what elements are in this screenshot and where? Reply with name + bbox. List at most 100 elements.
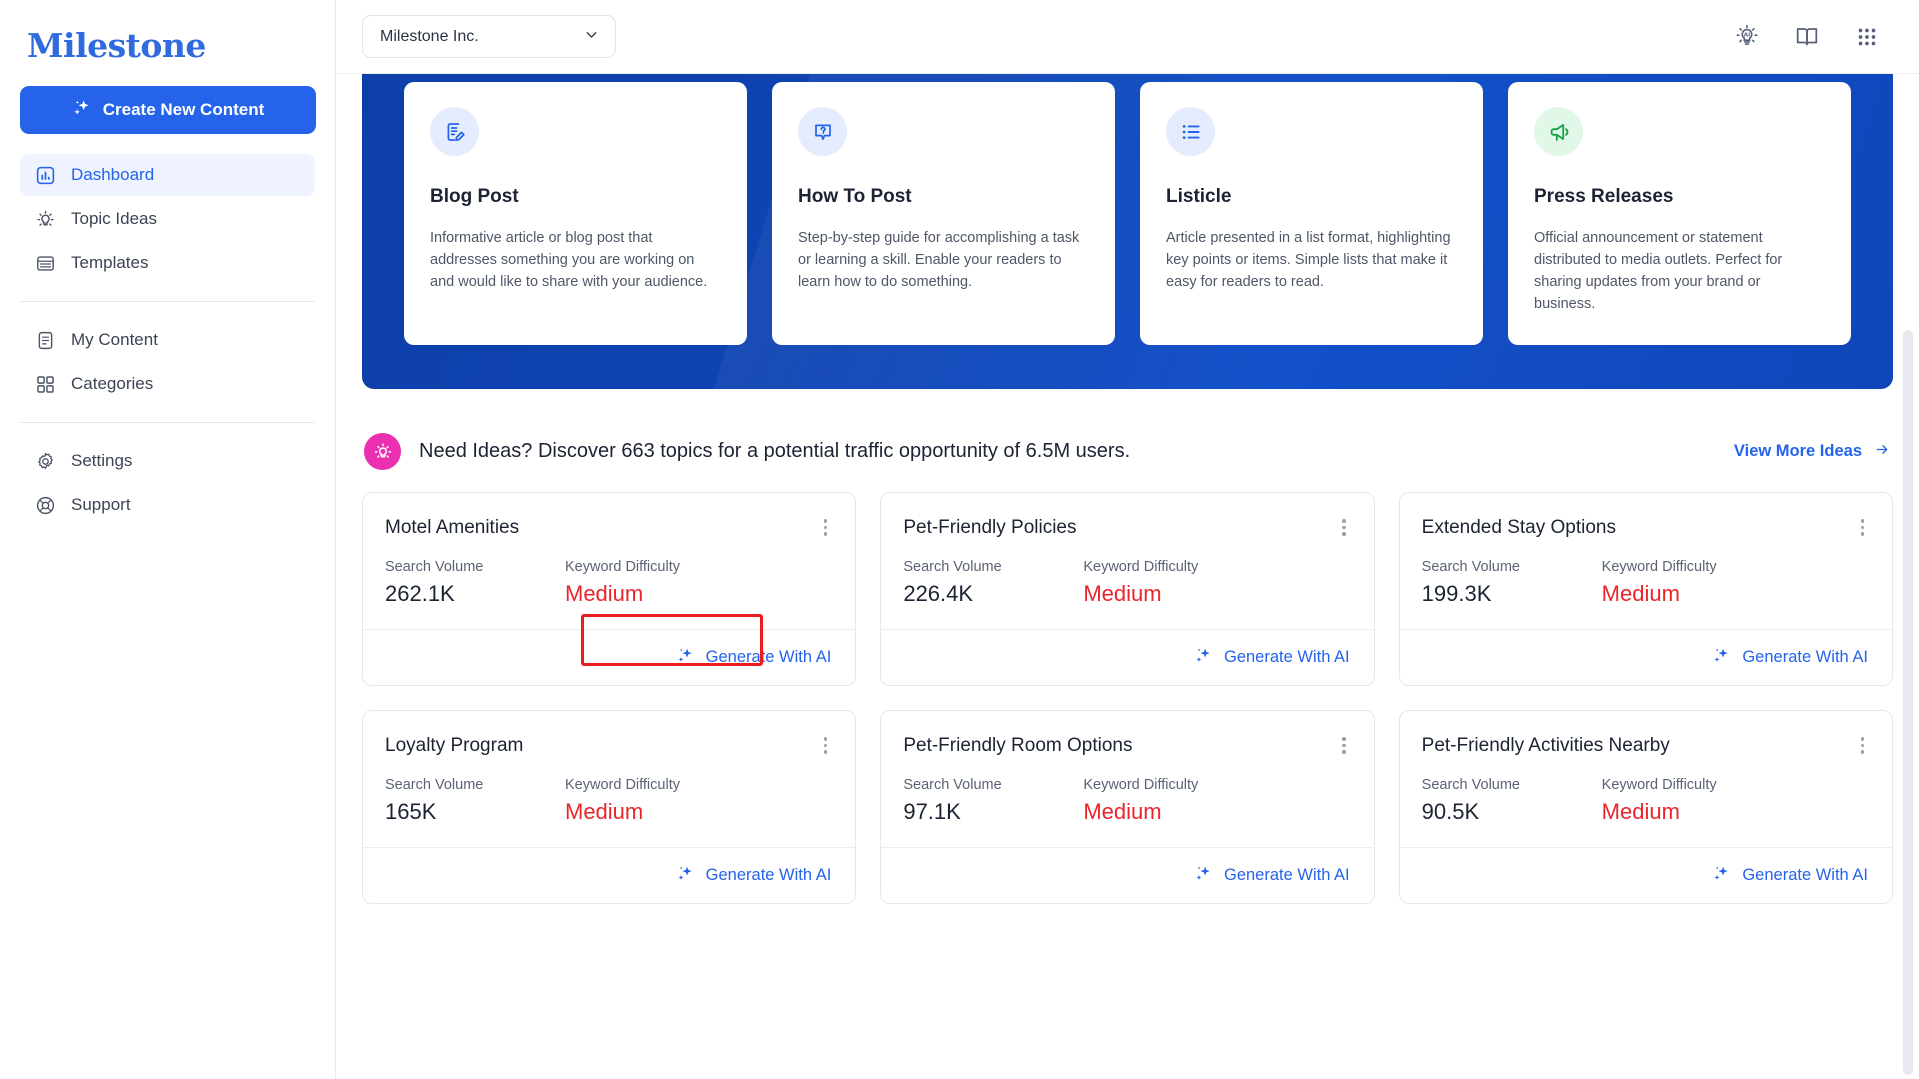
lifebuoy-icon [34, 494, 56, 516]
template-card-description: Official announcement or statement distr… [1534, 230, 1783, 313]
kebab-menu-icon[interactable] [1855, 735, 1871, 756]
sparkle-icon [1712, 864, 1731, 888]
metric-label: Search Volume [385, 559, 484, 576]
metric-label: Keyword Difficulty [1083, 559, 1199, 576]
app-logo: Milestone [27, 26, 206, 65]
book-open-icon[interactable] [1793, 23, 1821, 51]
app-root: Milestone Create New Content Dashboard T… [0, 0, 1919, 1079]
kebab-menu-icon[interactable] [1336, 517, 1352, 538]
sidebar-item-topic-ideas[interactable]: Topic Ideas [20, 198, 315, 240]
org-selector[interactable]: Milestone Inc. [362, 15, 616, 58]
view-more-ideas-label: View More Ideas [1733, 442, 1862, 461]
template-card-title: How To Post [798, 186, 912, 207]
create-new-content-button[interactable]: Create New Content [20, 86, 316, 134]
templates-banner: Select a template to get started. See Al… [362, 74, 1893, 390]
sidebar-item-label: Settings [71, 451, 133, 470]
sidebar-nav-tertiary: Settings Support [20, 440, 315, 526]
topic-card-footer: Generate With AI [1399, 847, 1892, 903]
metric-label: Keyword Difficulty [1601, 777, 1717, 794]
sparkle-icon [676, 646, 695, 670]
template-card-how-to-post[interactable]: How To Post Step-by-step guide for accom… [772, 82, 1115, 346]
template-card-press-releases[interactable]: Press Releases Official announcement or … [1508, 82, 1851, 346]
metric-label: Keyword Difficulty [565, 559, 680, 576]
topic-card[interactable]: Pet-Friendly Room Options Search Volume … [880, 710, 1375, 905]
template-card-grid: Blog Post Informative article or blog po… [404, 82, 1851, 346]
topic-card[interactable]: Pet-Friendly Policies Search Volume 226.… [880, 492, 1375, 687]
ai-bulb-icon[interactable]: AI [1733, 23, 1761, 51]
metric-value: 90.5K [1421, 799, 1480, 825]
generate-with-ai-button[interactable]: Generate With AI [674, 858, 834, 894]
generate-with-ai-button[interactable]: Generate With AI [1192, 640, 1352, 676]
generate-with-ai-button[interactable]: Generate With AI [674, 640, 834, 676]
template-card-title: Blog Post [430, 186, 519, 207]
template-card-blog-post[interactable]: Blog Post Informative article or blog po… [404, 82, 747, 346]
template-card-description: Informative article or blog post that ad… [430, 230, 708, 291]
sidebar-item-label: Dashboard [71, 165, 155, 184]
create-new-content-label: Create New Content [102, 100, 265, 119]
chevron-down-icon [583, 26, 600, 48]
topic-card[interactable]: Loyalty Program Search Volume 165K Keywo… [362, 710, 857, 905]
kebab-menu-icon[interactable] [1336, 735, 1352, 756]
topic-card[interactable]: Motel Amenities Search Volume 262.1K Key… [362, 492, 857, 687]
topic-card-footer: Generate With AI [1399, 629, 1892, 685]
generate-with-ai-label: Generate With AI [1224, 648, 1350, 667]
sidebar-item-support[interactable]: Support [20, 484, 315, 526]
topic-card[interactable]: Pet-Friendly Activities Nearby Search Vo… [1398, 710, 1893, 905]
sidebar-divider-1 [20, 301, 315, 302]
vertical-scrollbar[interactable] [1903, 330, 1913, 1075]
topic-card-footer: Generate With AI [881, 629, 1374, 685]
bullet-list-icon [1166, 107, 1215, 156]
svg-text:AI: AI [1744, 32, 1750, 38]
topic-card-header: Pet-Friendly Policies [881, 493, 1373, 539]
view-more-ideas-link[interactable]: View More Ideas [1734, 442, 1891, 462]
metric-label: Search Volume [1421, 777, 1520, 794]
template-card-listicle[interactable]: Listicle Article presented in a list for… [1140, 82, 1483, 346]
scroll-content: Select a template to get started. See Al… [336, 74, 1919, 1079]
topic-card-title: Motel Amenities [385, 517, 520, 539]
apps-grid-icon[interactable] [1853, 23, 1881, 51]
metric-label: Keyword Difficulty [1601, 559, 1717, 576]
template-card-description: Step-by-step guide for accomplishing a t… [798, 230, 1080, 291]
metric-label: Search Volume [1421, 559, 1520, 576]
topic-card-header: Motel Amenities [363, 493, 855, 539]
metric-value: 226.4K [903, 581, 974, 607]
org-selector-value: Milestone Inc. [380, 27, 479, 45]
generate-with-ai-button[interactable]: Generate With AI [1192, 858, 1352, 894]
lightbulb-icon [34, 208, 56, 230]
topic-card-metrics: Search Volume 165K Keyword Difficulty Me… [363, 757, 855, 847]
sidebar-item-templates[interactable]: Templates [20, 242, 315, 284]
metric-label: Keyword Difficulty [565, 777, 680, 794]
metric-keyword-difficulty: Keyword Difficulty Medium [1602, 777, 1782, 825]
lightbulb-icon [364, 433, 401, 471]
document-text-icon [34, 329, 56, 351]
template-card-title: Press Releases [1534, 186, 1674, 207]
metric-search-volume: Search Volume 97.1K [903, 777, 1083, 825]
sidebar-nav-secondary: My Content Categories [20, 319, 315, 405]
topic-card-metrics: Search Volume 97.1K Keyword Difficulty M… [881, 757, 1373, 847]
kebab-menu-icon[interactable] [818, 735, 834, 756]
topic-card-title: Pet-Friendly Room Options [903, 735, 1133, 757]
metric-search-volume: Search Volume 262.1K [385, 559, 565, 607]
topic-card[interactable]: Extended Stay Options Search Volume 199.… [1398, 492, 1893, 687]
sidebar-item-categories[interactable]: Categories [20, 363, 315, 405]
metric-label: Search Volume [903, 559, 1002, 576]
metric-label: Search Volume [903, 777, 1002, 794]
arrow-right-icon [1873, 442, 1891, 462]
generate-with-ai-button[interactable]: Generate With AI [1710, 640, 1870, 676]
metric-search-volume: Search Volume 199.3K [1422, 559, 1602, 607]
metric-value: 97.1K [903, 799, 961, 825]
topic-card-footer: Generate With AI [363, 614, 856, 685]
metric-label: Search Volume [385, 777, 484, 794]
sidebar-item-my-content[interactable]: My Content [20, 319, 315, 361]
metric-value: 165K [385, 799, 437, 825]
metric-search-volume: Search Volume 226.4K [903, 559, 1083, 607]
kebab-menu-icon[interactable] [1855, 517, 1871, 538]
sidebar-divider-2 [20, 422, 315, 423]
kebab-menu-icon[interactable] [818, 517, 834, 538]
metric-value: Medium [1083, 799, 1162, 825]
layout-lines-icon [34, 252, 56, 274]
sidebar-item-dashboard[interactable]: Dashboard [20, 154, 315, 196]
sidebar-item-settings[interactable]: Settings [20, 440, 315, 482]
generate-with-ai-button[interactable]: Generate With AI [1710, 858, 1870, 894]
topbar-icon-group: AI [1733, 23, 1881, 51]
